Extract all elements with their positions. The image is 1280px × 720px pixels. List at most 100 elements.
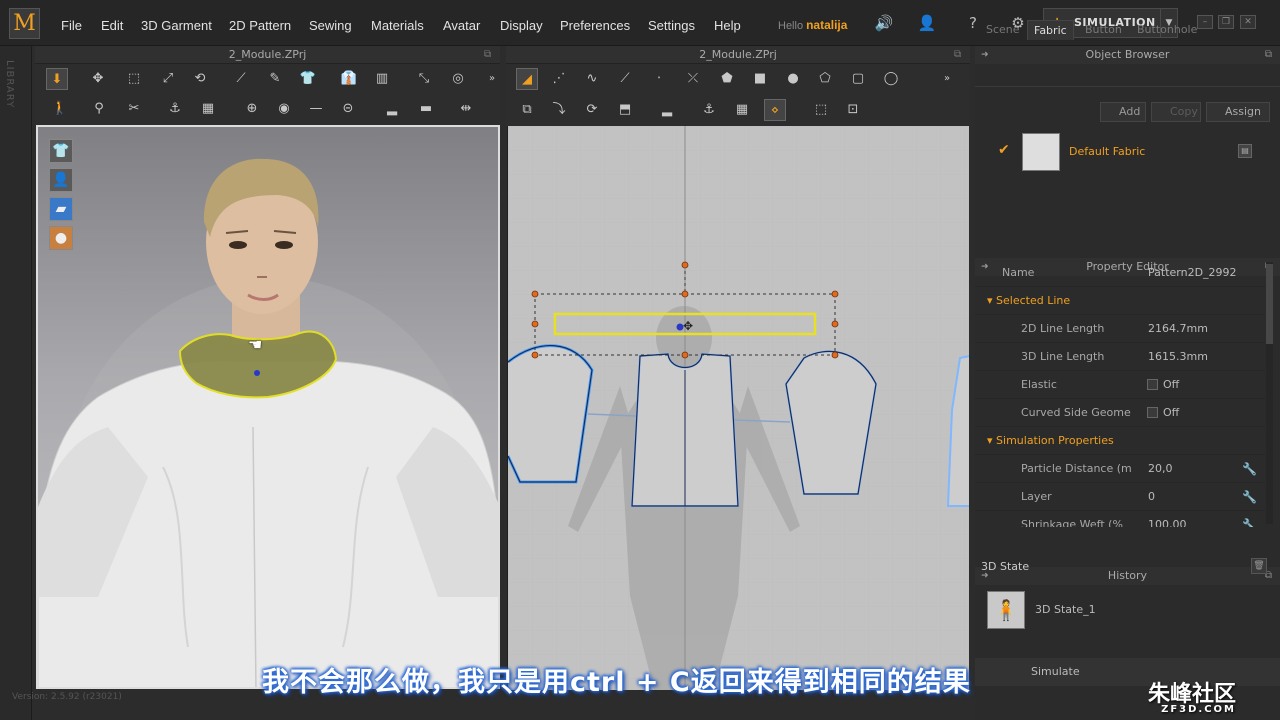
view2d-popout-icon[interactable]: ⧉ [954,49,961,60]
add-point-icon[interactable]: ⋅ [648,68,670,90]
restore-icon[interactable]: ❐ [1218,15,1234,29]
internal-circle-icon[interactable]: ◯ [880,68,902,90]
curved-side-checkbox[interactable] [1147,407,1158,418]
fabric-visibility-icon[interactable]: ▰ [49,197,73,221]
avatar-pose-icon[interactable]: 🚶 [49,98,71,120]
scrollbar-thumb[interactable] [1266,264,1273,344]
prop-name-value[interactable]: Pattern2D_2992 [1148,259,1237,287]
segment-sewing-icon[interactable]: ⋄ [764,99,786,121]
user-name[interactable]: natalija [806,18,847,32]
menu-help[interactable]: Help [714,18,741,33]
fabric-options-icon[interactable]: ▤ [1238,144,1252,158]
wrench-icon[interactable]: 🔧 [1242,511,1257,527]
prop-value[interactable]: 0 [1148,483,1155,511]
more-icon[interactable]: » [481,68,503,90]
internal-polygon-icon[interactable]: ⬠ [814,68,836,90]
pin-icon[interactable]: ➜ [981,46,989,64]
prop-value[interactable]: 100,00 [1148,511,1187,527]
history-thumbnail[interactable]: 🧍 [987,591,1025,629]
move-arrow-icon[interactable]: ⬇ [46,68,68,90]
menu-3d-garment[interactable]: 3D Garment [141,18,212,33]
seam-allowance-icon[interactable]: ⬒ [614,99,636,121]
elastic-checkbox[interactable] [1147,379,1158,390]
wrench-icon[interactable]: 🔧 [1242,483,1257,511]
transform-icon[interactable]: ⤢ [157,68,179,90]
circle-icon[interactable]: ● [782,68,804,90]
prop-value[interactable]: 20,0 [1148,455,1173,483]
menu-materials[interactable]: Materials [371,18,424,33]
internal-rect-icon[interactable]: ▢ [847,68,869,90]
trash-icon[interactable]: 🗑 [1251,558,1267,574]
select-box-2d-icon[interactable]: ⬚ [810,99,832,121]
section-selected-line[interactable]: ▾ Selected Line [975,287,1265,315]
viewport-3d[interactable]: 👕 👤 ▰ ● ☚ [36,125,500,689]
texture-2d-icon[interactable]: ▦ [731,99,753,121]
fold-arrange-icon[interactable]: ⟳ [581,99,603,121]
object-browser-popout-icon[interactable]: ⧉ [1265,46,1272,64]
measure-icon[interactable]: ⤡ [413,68,435,90]
tab-button[interactable]: Button [1079,20,1128,40]
assign-fabric-button[interactable]: Assign [1206,102,1270,122]
menu-avatar[interactable]: Avatar [443,18,480,33]
texture-icon[interactable]: ▦ [197,98,219,120]
avatar-visibility-icon[interactable]: 👤 [49,168,73,192]
tab-buttonhole[interactable]: Buttonhole [1131,20,1203,40]
skin-visibility-icon[interactable]: ● [49,226,73,250]
library-sidebar[interactable] [0,46,32,720]
line-tool-icon[interactable]: ⤫ [682,68,704,90]
hanger-icon[interactable]: ⚲ [88,98,110,120]
button-icon[interactable]: ◉ [273,98,295,120]
copy-fabric-button[interactable]: Copy [1151,102,1201,122]
curve-point-icon[interactable]: ⟋ [614,68,636,90]
select-box-icon[interactable]: ⬚ [123,68,145,90]
menu-sewing[interactable]: Sewing [309,18,352,33]
select-move-icon[interactable]: ✥ [87,68,109,90]
buttonhole-icon[interactable]: ⊝ [337,98,359,120]
zoom-box-icon[interactable]: ⊡ [842,99,864,121]
garment-visibility-icon[interactable]: 👕 [49,139,73,163]
app-logo[interactable]: M [9,8,40,39]
transform-pattern-icon[interactable]: ◢ [516,68,538,90]
rectangle-icon[interactable]: ■ [749,68,771,90]
tack-icon[interactable]: ⚓ [164,98,186,120]
property-scrollbar[interactable] [1266,262,1273,524]
view3d-popout-icon[interactable]: ⧉ [484,49,491,60]
fabric-icon[interactable]: ▬ [415,98,437,120]
fold-icon[interactable]: ⟲ [189,68,211,90]
box-icon[interactable]: ▥ [371,68,393,90]
menu-settings[interactable]: Settings [648,18,695,33]
volume-icon[interactable]: 🔊 [873,12,895,34]
zipper-icon[interactable]: ⇹ [455,98,477,120]
tab-fabric[interactable]: Fabric [1027,20,1074,40]
viewport-2d[interactable]: ✥ [507,126,969,690]
stitch-2d-icon[interactable]: ⚓ [698,99,720,121]
menu-display[interactable]: Display [500,18,543,33]
stitch-icon[interactable]: ✂ [123,98,145,120]
menu-edit[interactable]: Edit [101,18,123,33]
fabric-swatch[interactable] [1022,133,1060,171]
pin-icon[interactable]: ✎ [264,68,286,90]
edit-curve-icon[interactable]: ∿ [581,68,603,90]
trace-icon[interactable]: ⧉ [516,99,538,121]
menu-preferences[interactable]: Preferences [560,18,630,33]
segment-icon[interactable]: ⟋ [230,68,252,90]
garment-icon[interactable]: 👕 [297,68,319,90]
section-simulation[interactable]: ▾ Simulation Properties [975,427,1265,455]
iron-icon[interactable]: ▂ [381,98,403,120]
tape-icon[interactable]: ◎ [447,68,469,90]
shirt-icon[interactable]: 👔 [338,68,360,90]
polygon-icon[interactable]: ⬟ [716,68,738,90]
menu-2d-pattern[interactable]: 2D Pattern [229,18,291,33]
edit-point-icon[interactable]: ⋰ [548,68,570,90]
fabric-name[interactable]: Default Fabric [1069,145,1145,158]
user-icon[interactable]: 👤 [916,12,938,34]
wrench-icon[interactable]: 🔧 [1242,455,1257,483]
topstitch-icon[interactable]: — [305,98,327,120]
menu-file[interactable]: File [61,18,82,33]
more-icon-2d[interactable]: » [936,68,958,90]
close-icon[interactable]: ✕ [1240,15,1256,29]
button-add-icon[interactable]: ⊕ [241,98,263,120]
simulate-label[interactable]: Simulate [1031,665,1080,678]
tab-scene[interactable]: Scene [980,20,1026,40]
add-fabric-button[interactable]: Add [1100,102,1146,122]
